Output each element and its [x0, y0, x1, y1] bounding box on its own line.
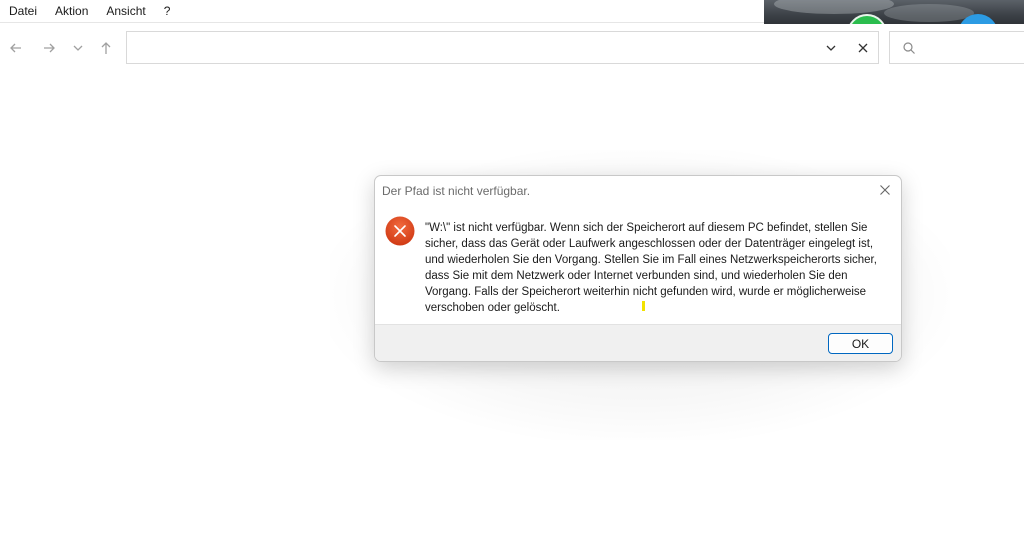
dialog-close-button[interactable]: [878, 183, 892, 197]
chevron-down-icon: [73, 45, 83, 51]
close-icon: [858, 43, 868, 53]
text-cursor-indicator: [642, 301, 645, 311]
dialog-title: Der Pfad ist nicht verfügbar.: [382, 184, 531, 198]
address-input[interactable]: [135, 38, 819, 60]
search-box[interactable]: [889, 31, 1024, 64]
close-icon: [880, 185, 890, 195]
menu-aktion[interactable]: Aktion: [46, 0, 97, 22]
address-clear-button[interactable]: [855, 40, 871, 56]
desktop-background: [764, 0, 1024, 24]
arrow-right-icon: [44, 43, 55, 53]
address-dropdown-button[interactable]: [823, 40, 839, 56]
chevron-down-icon: [826, 45, 836, 51]
search-input[interactable]: [922, 38, 1024, 60]
back-button[interactable]: [6, 38, 26, 58]
error-dialog: Der Pfad ist nicht verfügbar. "W:\" ist …: [374, 175, 902, 362]
dialog-titlebar[interactable]: Der Pfad ist nicht verfügbar.: [375, 176, 901, 204]
menu-bar: Datei Aktion Ansicht ?: [0, 0, 764, 22]
recent-locations-button[interactable]: [68, 38, 88, 58]
ok-button[interactable]: OK: [828, 333, 893, 354]
arrow-left-icon: [10, 43, 21, 53]
search-icon: [903, 42, 915, 54]
address-bar[interactable]: [126, 31, 879, 64]
menu-divider: [0, 22, 764, 23]
cloud-shape: [884, 4, 974, 22]
dialog-footer: OK: [375, 324, 901, 361]
menu-help[interactable]: ?: [155, 0, 180, 22]
cloud-shape: [774, 0, 894, 14]
error-icon: [385, 216, 415, 246]
forward-button[interactable]: [39, 38, 59, 58]
arrow-up-icon: [101, 42, 111, 54]
desktop-app-icon: [847, 14, 887, 24]
up-button[interactable]: [96, 38, 116, 58]
menu-datei[interactable]: Datei: [0, 0, 46, 22]
dialog-body: "W:\" ist nicht verfügbar. Wenn sich der…: [375, 204, 901, 324]
dialog-message: "W:\" ist nicht verfügbar. Wenn sich der…: [425, 222, 877, 314]
menu-ansicht[interactable]: Ansicht: [97, 0, 154, 22]
